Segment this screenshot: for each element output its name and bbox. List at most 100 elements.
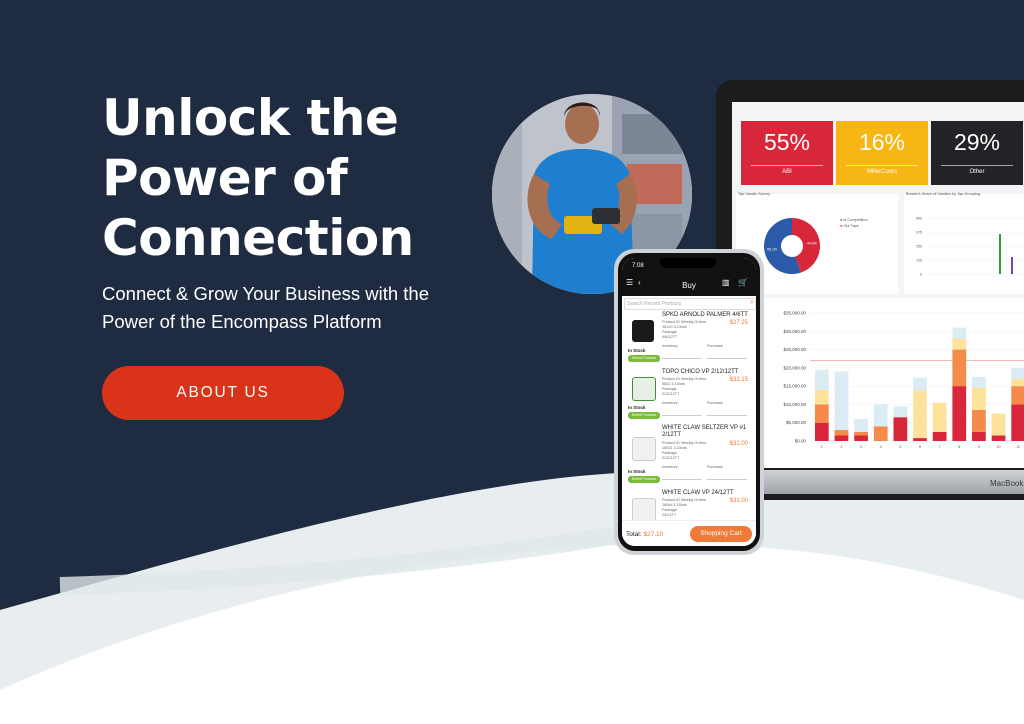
inventory-label: Inventory (662, 344, 678, 348)
donut-slice-label: 44.9% (807, 241, 817, 245)
app-header: 7:08 ☰ ‹ Buy ▥ 🛒 (622, 258, 756, 296)
inventory-label: Inventory (662, 465, 678, 469)
headline-line-1: Unlock the (102, 89, 399, 147)
tile-value: 29% (953, 129, 1001, 155)
product-meta-values: 16921 0.23/wk (662, 446, 687, 450)
search-input[interactable]: Search Recent Products ⌕ (624, 298, 756, 310)
subhead-line-2: Power of the Encompass Platform (102, 311, 382, 332)
purchase-label: Purchase (707, 344, 724, 348)
product-package-label: Package (662, 330, 677, 334)
tile-divider (941, 165, 1013, 166)
purchase-field[interactable] (707, 471, 747, 480)
inventory-field[interactable] (662, 471, 702, 480)
shopping-cart-button[interactable]: Shopping Cart (690, 526, 752, 542)
x-tick-label: 8 (958, 445, 960, 449)
select-products-button[interactable]: Select Products (628, 412, 660, 419)
bar-segment (952, 327, 967, 339)
metric-tile-abi: 55% ABI (741, 121, 833, 185)
product-meta-values: 16120 3.13/wk (662, 325, 687, 329)
y-tick-label: $20,000.00 (783, 365, 806, 370)
product-meta-header: Product ID Weekly Orders (662, 320, 707, 324)
legend-item-competition: ● Is Competition (840, 218, 868, 222)
chart-icon[interactable]: ▥ (722, 278, 730, 287)
bar-segment (814, 389, 829, 405)
inventory-field[interactable] (662, 407, 702, 416)
hero-headline: Unlock the Power of Connection (102, 88, 414, 268)
product-package-label: Package (662, 387, 677, 391)
product-thumbnail (632, 437, 656, 461)
bar-segment (854, 435, 868, 441)
laptop-screen: 44.9% 55.1% 500 375 250 125 0 $35,000.00 $30,0… (732, 102, 1024, 468)
purchase-field[interactable] (707, 350, 747, 359)
y-tick-label: $35,000.00 (783, 311, 806, 316)
x-tick-label: 5 (899, 445, 901, 449)
product-price: $27.25 (729, 320, 748, 326)
share-panel-title: Brewer's Share of Handles by Tap Groupin… (906, 192, 980, 196)
bar-segment (893, 417, 908, 441)
bar-segment (834, 371, 849, 431)
purchase-field[interactable] (707, 407, 747, 416)
x-tick-label: 9 (978, 445, 980, 449)
y-tick-label: $0.00 (795, 439, 807, 444)
phone-screen: 7:08 ☰ ‹ Buy ▥ 🛒 Search Recent Products … (622, 258, 756, 546)
tile-divider (846, 165, 918, 166)
x-tick-label: 2 (840, 445, 842, 449)
tile-label: ABI (782, 169, 792, 175)
bar-segment (913, 438, 927, 441)
bar-segment (972, 409, 986, 432)
search-icon[interactable]: ⌕ (750, 298, 754, 308)
share-bar (999, 234, 1001, 274)
bar-segment (972, 431, 986, 441)
tile-value: 16% (858, 129, 906, 155)
search-placeholder: Search Recent Products (627, 301, 682, 307)
y-tick-label: $30,000.00 (783, 329, 806, 334)
bar-segment (854, 431, 868, 436)
product-price: $31.00 (729, 441, 748, 447)
product-price: $31.00 (729, 498, 748, 504)
about-us-button[interactable]: ABOUT US (102, 366, 344, 420)
bar-segment (952, 338, 967, 350)
product-name: SPKD ARNOLD PALMER 4/6TT (662, 312, 748, 318)
stock-status: In Stock (628, 469, 646, 474)
product-thumbnail (632, 320, 654, 342)
product-package-value: 2/12/12TT (662, 456, 680, 460)
bar-segment (1011, 386, 1024, 405)
legend-item-our-taps: ● Our Taps (840, 224, 859, 228)
bar-segment (834, 430, 849, 436)
y-tick-label: $10,000.00 (783, 402, 806, 407)
y-tick-label: $5,000.00 (786, 420, 807, 425)
y-tick-label: $15,000.00 (783, 384, 806, 389)
bar-segment (873, 404, 888, 427)
purchase-label: Purchase (707, 401, 724, 405)
donut-panel-title: Tap Handle Survey (738, 192, 771, 196)
product-package-value: 4/6/12TT (662, 335, 678, 339)
tile-divider (751, 165, 823, 166)
product-package-label: Package (662, 508, 677, 512)
product-meta-header: Product ID Weekly Orders (662, 377, 707, 381)
product-price: $32.15 (729, 377, 748, 383)
share-y-tick: 500 (916, 217, 922, 221)
laptop-brand-label: MacBook (990, 479, 1024, 488)
x-tick-label: 10 (997, 445, 1001, 449)
select-products-button[interactable]: Select Products (628, 355, 660, 362)
product-package-value: 2/12/12TT (662, 392, 680, 396)
share-y-tick: 0 (920, 273, 922, 277)
inventory-field[interactable] (662, 350, 702, 359)
bar-segment (991, 435, 1006, 441)
purchase-label: Purchase (707, 465, 724, 469)
select-products-button[interactable]: Select Products (628, 476, 660, 483)
bar-segment (873, 426, 888, 441)
share-panel (904, 194, 1024, 294)
status-time: 7:08 (632, 263, 644, 269)
product-name: WHITE CLAW SELTZER VP #1 2/12TT (662, 425, 747, 438)
bar-segment (952, 386, 967, 441)
x-tick-label: 3 (860, 445, 862, 449)
product-meta-header: Product ID Weekly Orders (662, 498, 707, 502)
product-name: WHITE CLAW VP 24/12TT (662, 490, 734, 496)
bar-segment (1011, 378, 1024, 387)
product-package-value: 24/12TT (662, 513, 677, 517)
laptop-base (750, 470, 1024, 494)
cart-icon[interactable]: 🛒 (738, 278, 748, 287)
y-tick-label: $25,000.00 (783, 347, 806, 352)
product-thumbnail (632, 498, 656, 522)
